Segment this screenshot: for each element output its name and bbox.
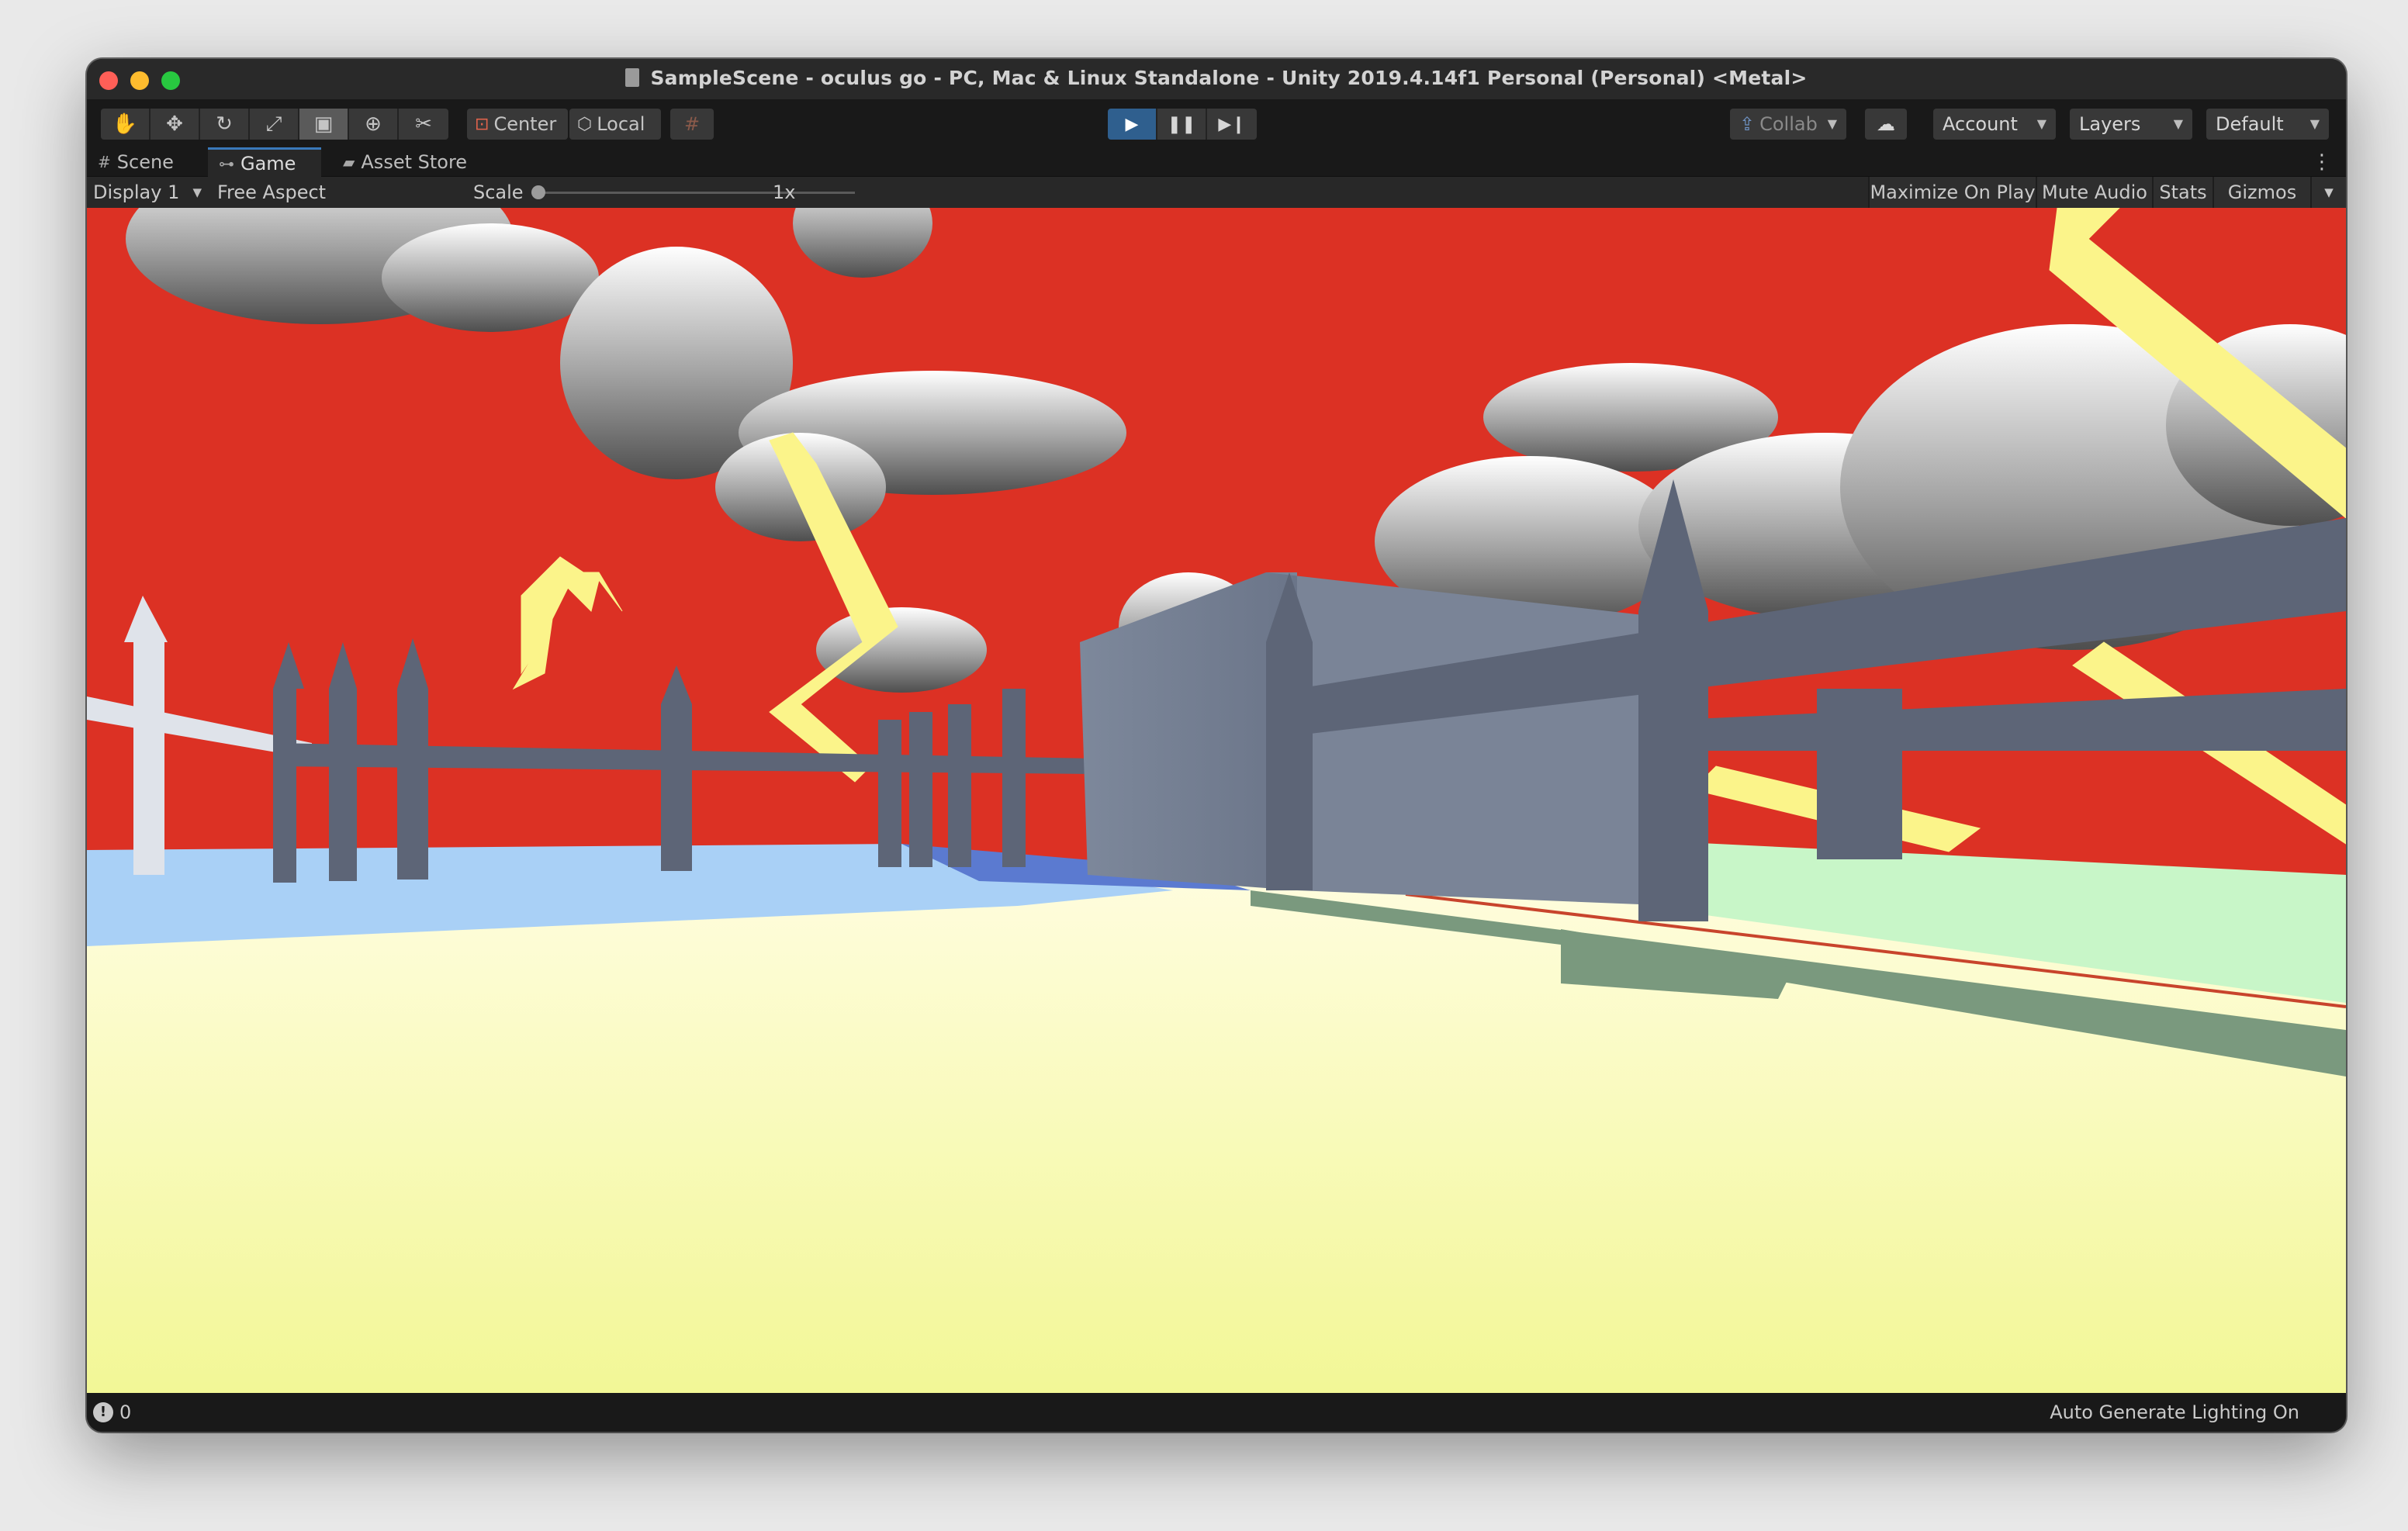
display-label: Display 1 [93,181,180,203]
fence-post [397,689,428,880]
grid-snap-icon: # [683,113,701,135]
layers-label: Layers [2079,113,2141,135]
more-options-icon[interactable]: ⋮ [2312,150,2332,174]
console-count: 0 [119,1401,132,1423]
cloud-icon[interactable]: ☁ [1865,109,1907,140]
scene-file-icon [625,68,640,87]
scale-value: 1x [773,181,796,203]
fence-post [273,689,296,883]
fence-post [1817,689,1902,859]
pivot-space-button[interactable]: ⬡ Local [569,109,661,140]
info-icon[interactable]: ! [93,1402,113,1422]
tab-game[interactable]: ⊶ Game [208,147,321,177]
chevron-down-icon: ▼ [2173,116,2183,131]
grid-snap-button[interactable]: # [670,109,714,140]
gamepad-icon: ⊶ [219,154,234,173]
pause-icon[interactable]: ❚❚ [1157,109,1207,140]
pivot-space-label: Local [597,113,645,135]
local-cube-icon: ⬡ [577,114,593,134]
account-dropdown[interactable]: Account ▼ [1933,109,2056,140]
fence-post [1266,642,1313,890]
tab-game-label: Game [240,152,296,175]
window-title-text: SampleScene - oculus go - PC, Mac & Linu… [650,67,1808,89]
building [1080,572,1677,906]
pivot-mode-label: Center [493,113,557,135]
stats-toggle[interactable]: Stats [2152,177,2213,208]
cloud [816,607,987,693]
display-dropdown[interactable]: Display 1 ▼ [87,177,208,208]
fence-post [1002,689,1026,867]
play-icon[interactable]: ▶ [1108,109,1157,140]
grid-icon: # [98,153,111,171]
scale-tool-icon[interactable]: ⤢ [250,109,299,140]
custom-tool-icon[interactable]: ✂ [399,109,448,140]
tab-asset-store-label: Asset Store [361,151,468,173]
chevron-down-icon: ▼ [192,185,202,199]
game-render [87,208,2346,1393]
cloud [382,223,599,332]
mute-audio-toggle[interactable]: Mute Audio [2036,177,2152,208]
fence-post [661,704,692,871]
pivot-mode-button[interactable]: ⊡ Center [467,109,568,140]
scale-slider-thumb[interactable] [531,185,545,199]
chevron-down-icon: ▼ [2036,116,2046,131]
fence-post [948,704,971,867]
fence-post [329,689,357,881]
transform-tools: ✋ ✥ ↻ ⤢ ▣ ⊕ ✂ [101,109,448,140]
game-viewport[interactable] [87,208,2346,1393]
step-icon[interactable]: ▶❙ [1207,109,1257,140]
layers-dropdown[interactable]: Layers ▼ [2070,109,2192,140]
tab-scene[interactable]: # Scene [87,147,185,177]
collab-label: Collab [1759,113,1818,135]
main-toolbar: ✋ ✥ ↻ ⤢ ▣ ⊕ ✂ ⊡ Center ⬡ Local # ▶ ❚❚ ▶❙… [87,99,2346,147]
status-bar: ! 0 Auto Generate Lighting On [87,1393,2346,1432]
tab-asset-store[interactable]: ▰ Asset Store [332,147,478,177]
move-tool-icon[interactable]: ✥ [150,109,200,140]
game-view-toolbar: Display 1 ▼ Free Aspect ▼ Scale 1x Maxim… [87,177,2346,208]
fence-post [133,642,164,875]
title-bar: SampleScene - oculus go - PC, Mac & Linu… [87,59,2346,99]
account-label: Account [1943,113,2018,135]
building-front [1266,572,1677,906]
shopping-bag-icon: ▰ [343,153,355,171]
view-tab-bar: # Scene ⊶ Game ▰ Asset Store ⋮ [87,147,2346,177]
unity-editor-window: SampleScene - oculus go - PC, Mac & Linu… [87,59,2346,1432]
chevron-down-icon: ▼ [2324,185,2334,199]
scale-label: Scale [473,181,524,203]
rect-tool-icon[interactable]: ▣ [299,109,349,140]
layout-label: Default [2216,113,2284,135]
fence-post [1638,611,1708,921]
layout-dropdown[interactable]: Default ▼ [2206,109,2329,140]
collab-icon: ⇪ [1739,113,1756,135]
chevron-down-icon: ▼ [1827,116,1837,131]
fence-post [878,720,901,867]
lighting-status[interactable]: Auto Generate Lighting On [2050,1401,2299,1423]
window-title: SampleScene - oculus go - PC, Mac & Linu… [87,67,2346,89]
aspect-label: Free Aspect [217,181,327,203]
pivot-center-icon: ⊡ [475,114,490,134]
chevron-down-icon: ▼ [2309,116,2320,131]
scale-slider-track[interactable] [545,192,855,194]
transform-tool-icon[interactable]: ⊕ [349,109,399,140]
rotate-tool-icon[interactable]: ↻ [200,109,250,140]
gizmos-toggle[interactable]: Gizmos [2213,177,2310,208]
tab-scene-label: Scene [116,151,174,173]
playback-controls: ▶ ❚❚ ▶❙ [1108,109,1257,140]
hand-tool-icon[interactable]: ✋ [101,109,150,140]
maximize-on-play-toggle[interactable]: Maximize On Play [1868,177,2036,208]
gizmos-dropdown[interactable]: ▼ [2310,177,2346,208]
collab-dropdown[interactable]: ⇪ Collab ▼ [1730,109,1846,140]
fence-post [909,712,932,867]
